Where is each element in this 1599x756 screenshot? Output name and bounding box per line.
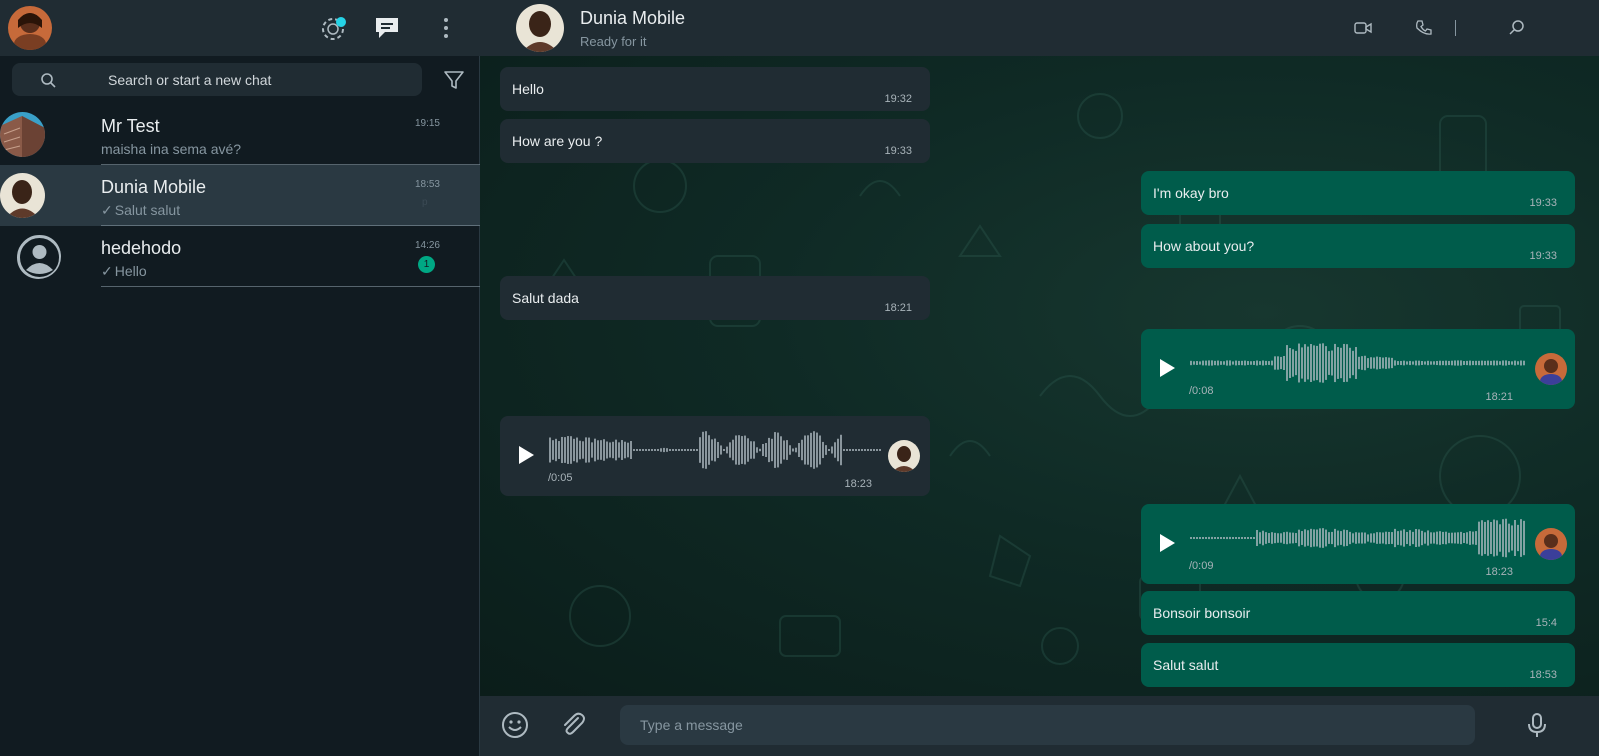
microphone-icon[interactable]	[1522, 710, 1552, 740]
sender-avatar	[888, 440, 920, 472]
message-time: 19:33	[1529, 197, 1557, 209]
waveform[interactable]	[1189, 514, 1529, 562]
menu-icon[interactable]	[432, 14, 460, 42]
new-chat-icon[interactable]	[373, 14, 401, 42]
chat-last-message: ✓ Salut salut	[101, 202, 180, 219]
message-outgoing[interactable]: Bonsoir bonsoir 15:4	[1141, 591, 1575, 635]
filter-icon[interactable]	[442, 68, 466, 92]
header-separator	[1455, 20, 1456, 36]
default-avatar-icon	[16, 234, 61, 279]
chat-time: 18:53	[414, 179, 440, 190]
waveform[interactable]	[548, 426, 884, 474]
search-row	[0, 56, 480, 104]
message-time: 18:21	[1485, 391, 1513, 403]
left-header	[0, 0, 480, 56]
chat-item-mr-test[interactable]: Mr Test maisha ina sema avé? 19:15	[0, 104, 480, 165]
message-incoming[interactable]: Hello 19:32	[500, 67, 930, 111]
chat-last-message: maisha ina sema avé?	[101, 141, 242, 157]
voice-duration: /0:05	[548, 472, 573, 484]
voice-duration: /0:08	[1189, 385, 1214, 397]
contact-status: Ready for it	[580, 34, 647, 49]
message-text: I'm okay bro	[1153, 185, 1229, 201]
search-icon	[41, 73, 56, 88]
message-time: 18:53	[1529, 669, 1557, 681]
voice-message-incoming[interactable]: /0:05 18:23	[500, 416, 930, 496]
message-time: 19:32	[884, 93, 912, 105]
sent-check-icon: ✓	[101, 202, 113, 218]
status-icon[interactable]	[320, 14, 348, 42]
chat-last-message: ✓ Hello	[101, 263, 147, 280]
contact-name: Dunia Mobile	[580, 8, 686, 28]
chat-item-dunia-mobile[interactable]: Dunia Mobile ✓ Salut salut 18:53 p	[0, 165, 480, 226]
voice-duration: /0:09	[1189, 560, 1214, 572]
contact-avatar[interactable]	[516, 4, 564, 52]
message-time: 19:33	[884, 145, 912, 157]
avatar	[0, 173, 45, 218]
conversation-header[interactable]: Dunia Mobile Ready for it	[480, 0, 1599, 56]
message-composer	[480, 696, 1599, 756]
message-incoming[interactable]: Salut dada 18:21	[500, 276, 930, 320]
my-avatar[interactable]	[8, 6, 52, 50]
sender-avatar	[1535, 353, 1567, 385]
chat-list-panel: Mr Test maisha ina sema avé? 19:15 Dunia…	[0, 0, 480, 756]
message-text: Salut salut	[1153, 657, 1219, 673]
message-input[interactable]	[620, 705, 1475, 745]
search-icon[interactable]	[1508, 19, 1526, 37]
attach-icon[interactable]	[558, 710, 588, 740]
waveform[interactable]	[1189, 339, 1529, 387]
message-outgoing[interactable]: Salut salut 18:53	[1141, 643, 1575, 687]
sent-check-icon: ✓	[101, 263, 113, 279]
message-text: How are you ?	[512, 133, 603, 149]
play-icon[interactable]	[1157, 357, 1177, 379]
conversation-panel: Dunia Mobile Ready for it Hello 19:32 Ho…	[480, 0, 1599, 756]
divider	[101, 286, 480, 287]
chat-last-text: Hello	[114, 263, 147, 279]
chat-name: hedehodo	[101, 238, 182, 258]
voice-call-icon[interactable]	[1415, 19, 1433, 37]
chat-name: Dunia Mobile	[101, 177, 207, 197]
search-input[interactable]	[108, 71, 408, 89]
chat-item-hedehodo[interactable]: hedehodo ✓ Hello 14:26 1	[0, 226, 480, 287]
message-text: Salut dada	[512, 290, 579, 306]
video-call-icon[interactable]	[1354, 19, 1372, 37]
chat-extra-mark: p	[422, 197, 428, 208]
message-text: How about you?	[1153, 238, 1255, 254]
search-box[interactable]	[12, 63, 422, 96]
chat-list: Mr Test maisha ina sema avé? 19:15 Dunia…	[0, 104, 480, 287]
unread-badge: 1	[418, 256, 435, 273]
emoji-icon[interactable]	[500, 710, 530, 740]
chat-time: 14:26	[414, 240, 440, 251]
play-icon[interactable]	[516, 444, 536, 466]
chat-name: Mr Test	[101, 116, 160, 136]
message-time: 15:4	[1535, 617, 1557, 629]
message-time: 19:33	[1529, 250, 1557, 262]
play-icon[interactable]	[1157, 532, 1177, 554]
voice-message-outgoing[interactable]: /0:08 18:21	[1141, 329, 1575, 409]
avatar	[0, 112, 45, 157]
whatsapp-app: Mr Test maisha ina sema avé? 19:15 Dunia…	[0, 0, 1599, 756]
chat-last-text: Salut salut	[114, 202, 181, 218]
message-incoming[interactable]: How are you ? 19:33	[500, 119, 930, 163]
voice-message-outgoing[interactable]: /0:09 18:23	[1141, 504, 1575, 584]
message-time: 18:23	[1485, 566, 1513, 578]
message-time: 18:23	[844, 478, 872, 490]
chat-time: 19:15	[414, 118, 440, 129]
message-text: Bonsoir bonsoir	[1153, 605, 1251, 621]
message-outgoing[interactable]: How about you? 19:33	[1141, 224, 1575, 268]
message-time: 18:21	[884, 302, 912, 314]
message-text: Hello	[512, 81, 544, 97]
message-outgoing[interactable]: I'm okay bro 19:33	[1141, 171, 1575, 215]
sender-avatar	[1535, 528, 1567, 560]
